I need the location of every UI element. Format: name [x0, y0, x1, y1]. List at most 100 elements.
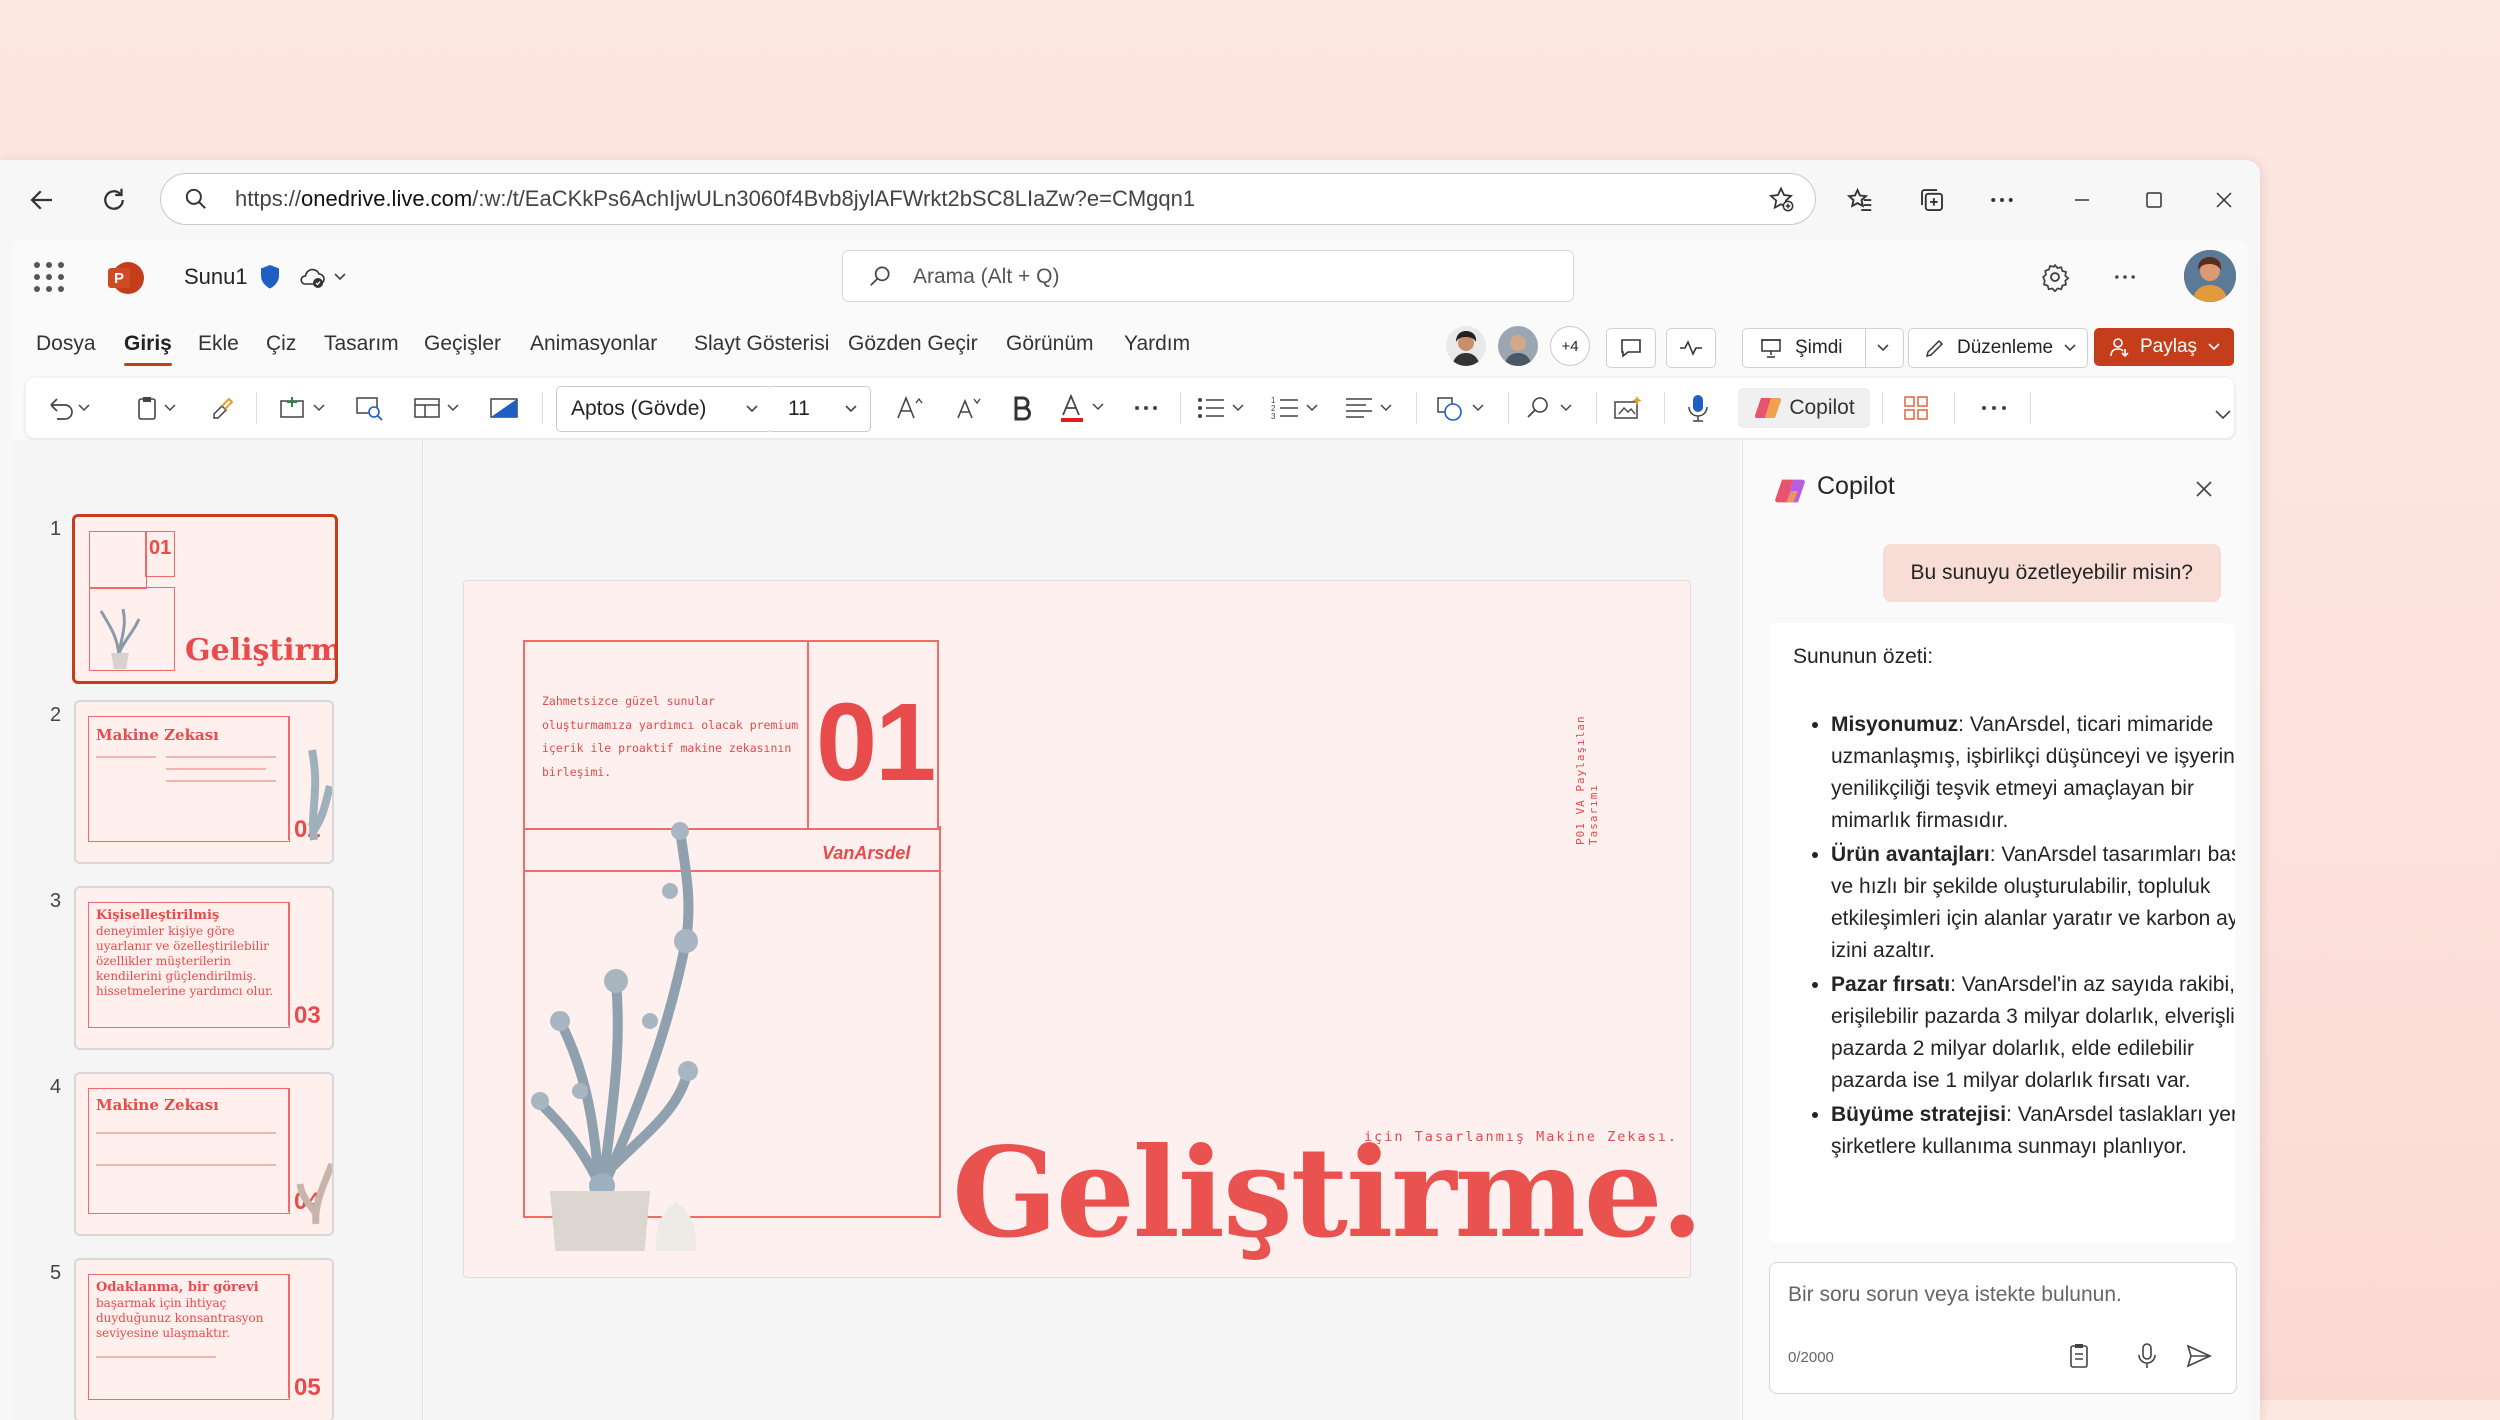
font-size-select[interactable]: 11 — [770, 386, 871, 432]
tab-animasyonlar[interactable]: Animasyonlar — [530, 332, 657, 356]
back-icon[interactable] — [22, 180, 62, 220]
tab-yardim[interactable]: Yardım — [1124, 332, 1190, 356]
search-icon — [865, 261, 895, 291]
thumb-title: Odaklanma, bir görevi — [96, 1280, 259, 1295]
close-icon[interactable] — [2187, 472, 2221, 506]
find-button[interactable] — [1518, 388, 1582, 428]
bold-button[interactable] — [1002, 388, 1042, 428]
microphone-icon[interactable] — [2130, 1339, 2164, 1373]
decrease-font-icon — [957, 398, 981, 419]
minimize-icon[interactable] — [2062, 180, 2102, 220]
shapes-button[interactable] — [1430, 388, 1494, 428]
copilot-label: Copilot — [1789, 396, 1855, 419]
dictate-button[interactable] — [1676, 388, 1720, 428]
undo-button[interactable] — [38, 388, 98, 428]
tab-dosya[interactable]: Dosya — [36, 332, 96, 356]
font-size-value: 11 — [788, 397, 810, 420]
background-button[interactable] — [482, 388, 526, 428]
refresh-icon[interactable] — [94, 180, 134, 220]
collaborator-avatar[interactable] — [1446, 326, 1486, 366]
slide-thumbnail-2[interactable]: Makine Zekası 02 — [74, 700, 334, 864]
document-name[interactable]: Sunu1 — [184, 264, 248, 290]
list-item: Ürün avantajları: VanArsdel tasarımları … — [1831, 839, 2235, 967]
send-icon[interactable] — [2182, 1339, 2216, 1373]
tab-ciz[interactable]: Çiz — [266, 332, 296, 356]
increase-font-icon — [897, 395, 923, 419]
tab-tasarim[interactable]: Tasarım — [324, 332, 399, 356]
font-color-button[interactable] — [1052, 388, 1116, 428]
add-ins-button[interactable] — [1896, 388, 1936, 428]
format-painter-button[interactable] — [202, 388, 242, 428]
plant-vase-image — [531, 822, 698, 1251]
tab-giris[interactable]: Giriş — [124, 332, 172, 366]
thumb-line: uyarlanır ve özelleştirilebilir — [96, 939, 269, 953]
copilot-input[interactable]: Bir soru sorun veya istekte bulunun. 0/2… — [1769, 1262, 2237, 1394]
search-box[interactable]: Arama (Alt + Q) — [842, 250, 1574, 302]
maximize-icon[interactable] — [2134, 180, 2174, 220]
settings-icon[interactable] — [2038, 260, 2072, 294]
slide-thumbnail-5[interactable]: Odaklanma, bir görevi başarmak için ihti… — [74, 1258, 334, 1420]
undo-icon — [50, 398, 90, 420]
slide-number: 3 — [50, 890, 62, 912]
tab-gecisler[interactable]: Geçişler — [424, 332, 501, 356]
thumb-text-line — [96, 756, 156, 758]
tab-gorunum[interactable]: Görünüm — [1006, 332, 1094, 356]
numbering-button[interactable]: 123 — [1264, 388, 1328, 428]
app-launcher-icon[interactable] — [34, 262, 64, 292]
align-button[interactable] — [1338, 388, 1402, 428]
expand-ribbon-button[interactable] — [2212, 394, 2234, 434]
user-avatar[interactable] — [2184, 250, 2236, 302]
collections-icon[interactable] — [1912, 180, 1952, 220]
divider — [1180, 392, 1181, 424]
decrease-font-button[interactable] — [946, 388, 990, 428]
slide-title[interactable]: Geliştirme. — [952, 1121, 1704, 1266]
close-icon[interactable] — [2204, 180, 2244, 220]
present-button[interactable]: Şimdi — [1742, 328, 1904, 368]
slide-thumbnail-3[interactable]: Kişiselleştirilmiş deneyimler kişiye gör… — [74, 886, 334, 1050]
increase-font-button[interactable] — [888, 388, 932, 428]
tab-slayt-gosterisi[interactable]: Slayt Gösterisi — [694, 332, 829, 356]
collaborator-avatar[interactable] — [1498, 326, 1538, 366]
more-icon[interactable] — [1982, 180, 2022, 220]
more-font-options-button[interactable] — [1126, 388, 1166, 428]
tab-gozden-gecir[interactable]: Gözden Geçir — [848, 332, 978, 356]
add-favorite-icon[interactable] — [1765, 184, 1797, 214]
slide-search-icon — [356, 397, 383, 421]
designer-button[interactable] — [1606, 388, 1650, 428]
slide-thumbnail-4[interactable]: Makine Zekası 04 — [74, 1072, 334, 1236]
reuse-slides-button[interactable] — [348, 388, 392, 428]
shapes-icon — [1437, 397, 1484, 421]
font-family-select[interactable]: Aptos (Gövde) — [556, 386, 772, 432]
cloud-sync-icon[interactable] — [296, 262, 328, 292]
activity-button[interactable] — [1666, 328, 1716, 368]
clipboard-icon — [138, 397, 176, 420]
editing-mode-button[interactable]: Düzenleme — [1908, 328, 2088, 368]
layout-button[interactable] — [406, 388, 470, 428]
slide-body-text[interactable]: Zahmetsizce güzel sunular oluşturmamıza … — [542, 690, 800, 784]
copilot-ribbon-button[interactable]: Copilot — [1738, 388, 1870, 428]
more-ribbon-options-button[interactable] — [1972, 388, 2016, 428]
address-bar[interactable]: https://onedrive.live.com/:w:/t/EaCKkPs6… — [160, 173, 1816, 225]
share-button[interactable]: Paylaş — [2094, 328, 2234, 366]
favorites-icon[interactable] — [1840, 180, 1880, 220]
comments-button[interactable] — [1606, 328, 1656, 368]
layout-icon — [414, 398, 459, 418]
chevron-down-icon[interactable] — [330, 264, 350, 290]
thumb-title: Kişiselleştirilmiş — [96, 908, 220, 923]
chevron-down-icon — [2064, 344, 2076, 352]
tab-ekle[interactable]: Ekle — [198, 332, 239, 356]
paste-button[interactable] — [128, 388, 188, 428]
more-options-icon[interactable] — [2108, 260, 2142, 294]
new-slide-button[interactable] — [272, 388, 336, 428]
editing-label: Düzenleme — [1957, 337, 2054, 358]
copilot-title: Copilot — [1817, 472, 1895, 500]
slide-number-text[interactable]: 01 — [816, 679, 936, 806]
plant-image — [308, 749, 332, 841]
thumb-number: 05 — [294, 1374, 321, 1401]
slide-thumbnail-1[interactable]: 01 Geliştirme. — [72, 514, 338, 684]
current-slide[interactable]: Zahmetsizce güzel sunular oluşturmamıza … — [463, 580, 1704, 1278]
more-collaborators-badge[interactable]: +4 — [1550, 326, 1590, 366]
prompt-guide-icon[interactable] — [2062, 1339, 2096, 1373]
bullets-button[interactable] — [1190, 388, 1254, 428]
numbered-list-icon: 123 — [1271, 396, 1318, 421]
